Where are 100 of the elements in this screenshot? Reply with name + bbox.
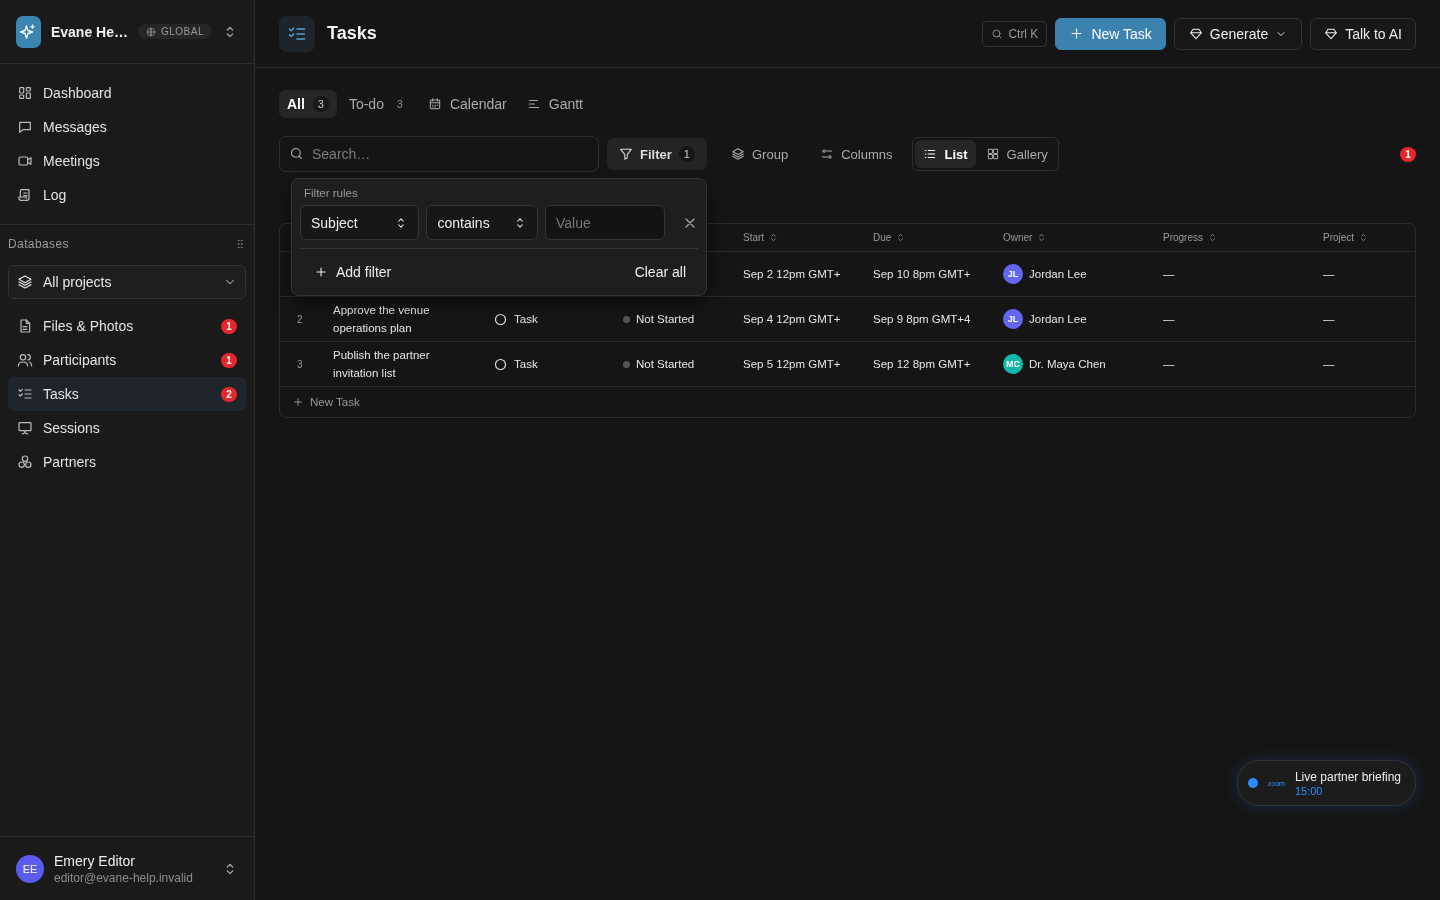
app-logo[interactable] xyxy=(16,15,41,48)
people-icon xyxy=(17,352,33,368)
scroll-icon xyxy=(17,187,33,203)
table-cell-text: — xyxy=(1162,268,1176,280)
meeting-title: Live partner briefing xyxy=(1294,769,1401,784)
user-email: editor@evane-help.invalid xyxy=(54,870,193,885)
owner-name: Jordan Lee xyxy=(1029,268,1087,280)
new-task-button[interactable]: New Task xyxy=(1055,17,1166,50)
nav-item[interactable]: Log xyxy=(8,178,246,212)
layout-tab[interactable]: List xyxy=(915,140,976,168)
gem-icon xyxy=(1188,26,1203,41)
table-cell-text: Sep 9 8pm GMT+4 xyxy=(872,313,972,325)
video-camera-icon xyxy=(17,153,33,169)
plus-icon xyxy=(1069,26,1085,41)
view-tab[interactable]: Calendar xyxy=(419,90,515,118)
chat-bubble-icon xyxy=(17,119,33,135)
table-cell-text: Sep 12 8pm GMT+ xyxy=(872,358,972,370)
status-dot xyxy=(623,360,630,368)
value-field[interactable]: Value xyxy=(545,205,665,240)
count-badge: 2 xyxy=(221,386,237,402)
layout-tab[interactable]: Gallery xyxy=(977,140,1056,168)
sidebar-item[interactable]: Tasks 2 xyxy=(8,377,246,411)
presentation-board-icon xyxy=(17,420,33,436)
plus-icon xyxy=(314,265,328,279)
gallery-grid-icon xyxy=(985,147,1000,161)
dashboard-icon xyxy=(17,85,33,101)
nav-item[interactable]: Dashboard xyxy=(8,76,246,110)
column-header[interactable]: Progress xyxy=(1160,232,1320,243)
circles-cluster-icon xyxy=(17,454,33,470)
owner-avatar: MC xyxy=(1003,354,1023,374)
document-icon xyxy=(17,318,33,334)
search-icon xyxy=(991,27,1004,40)
table-cell: Not Started xyxy=(620,313,740,325)
table-cell: Task xyxy=(490,356,620,372)
layers-icon xyxy=(17,274,33,290)
circle-icon xyxy=(493,356,508,372)
owner-avatar: JL xyxy=(1003,264,1023,284)
sidebar-item[interactable]: Partners xyxy=(8,445,246,479)
search-icon xyxy=(289,146,304,161)
columns-button[interactable]: Columns xyxy=(808,138,905,170)
view-tab[interactable]: To-do 3 xyxy=(340,90,416,118)
count-badge: 1 xyxy=(678,146,695,162)
checklist-icon xyxy=(17,386,33,402)
sort-icon xyxy=(1207,232,1218,243)
add-filter-button[interactable]: Add filter xyxy=(314,264,392,280)
project-picker[interactable]: All projects xyxy=(8,265,246,299)
group-button[interactable]: Group xyxy=(719,138,801,170)
sidebar-item[interactable]: Files & Photos 1 xyxy=(8,309,246,343)
live-dot xyxy=(1247,778,1258,788)
count-label: 3 xyxy=(395,97,404,112)
table-cell: Task xyxy=(490,311,620,327)
nav-item[interactable]: Messages xyxy=(8,110,246,144)
table-cell-text: Publish the partner invitation list xyxy=(332,348,431,381)
user-name: Emery Editor xyxy=(54,852,136,869)
row-number: 2 xyxy=(296,313,304,325)
count-badge: 3 xyxy=(312,96,329,112)
table-cell-text: — xyxy=(1322,358,1336,370)
sparkle-icon xyxy=(19,22,38,41)
column-header[interactable]: Start xyxy=(740,232,870,243)
nav-item[interactable]: Meetings xyxy=(8,144,246,178)
table-cell-text: Sep 10 8pm GMT+ xyxy=(872,268,972,280)
drag-handle-icon[interactable] xyxy=(234,238,246,250)
page-title: Tasks xyxy=(327,23,377,44)
talk-to-ai-button[interactable]: Talk to AI xyxy=(1310,17,1416,50)
search-field[interactable]: Search… xyxy=(279,136,599,172)
table-cell-text: Sep 2 12pm GMT+ xyxy=(742,268,842,280)
operator-select[interactable]: contains xyxy=(426,205,538,240)
table-cell-text: Approve the venue operations plan xyxy=(332,303,431,336)
sidebar-item[interactable]: Sessions xyxy=(8,411,246,445)
column-header[interactable]: Owner xyxy=(1000,232,1160,243)
sidebar-item[interactable]: Participants 1 xyxy=(8,343,246,377)
section-label: Databases xyxy=(8,237,69,251)
view-tab[interactable]: Gantt xyxy=(518,90,591,118)
calendar-icon xyxy=(427,97,442,111)
circle-icon xyxy=(493,311,508,327)
gantt-icon xyxy=(526,97,541,111)
add-task-button[interactable]: New Task xyxy=(292,396,360,408)
table-cell-text: — xyxy=(1322,313,1336,325)
row-number: 3 xyxy=(296,358,304,370)
column-header[interactable]: Project xyxy=(1320,232,1415,243)
filter-icon xyxy=(619,147,633,161)
owner-avatar: JL xyxy=(1003,309,1023,329)
generate-button[interactable]: Generate xyxy=(1173,17,1303,50)
table-cell-text: — xyxy=(1322,268,1336,280)
filter-button[interactable]: Filter 1 xyxy=(607,138,707,170)
table-cell-text: — xyxy=(1162,313,1176,325)
user-avatar: EE xyxy=(16,854,44,883)
globe-icon xyxy=(145,26,156,37)
table-cell-text: — xyxy=(1162,358,1176,370)
field-select[interactable]: Subject xyxy=(300,205,420,240)
popover-title: Filter rules xyxy=(303,187,359,201)
table-cell: Not Started xyxy=(620,358,740,370)
view-tab[interactable]: All 3 xyxy=(279,90,337,118)
gem-icon xyxy=(1324,26,1339,41)
layers-icon xyxy=(731,147,745,161)
clear-all-button[interactable]: Clear all xyxy=(634,264,686,280)
list-icon xyxy=(923,147,938,161)
command-search-button[interactable]: Ctrl K xyxy=(982,20,1048,47)
column-header[interactable]: Due xyxy=(870,232,1000,243)
scope-badge: GLOBAL xyxy=(137,24,212,39)
